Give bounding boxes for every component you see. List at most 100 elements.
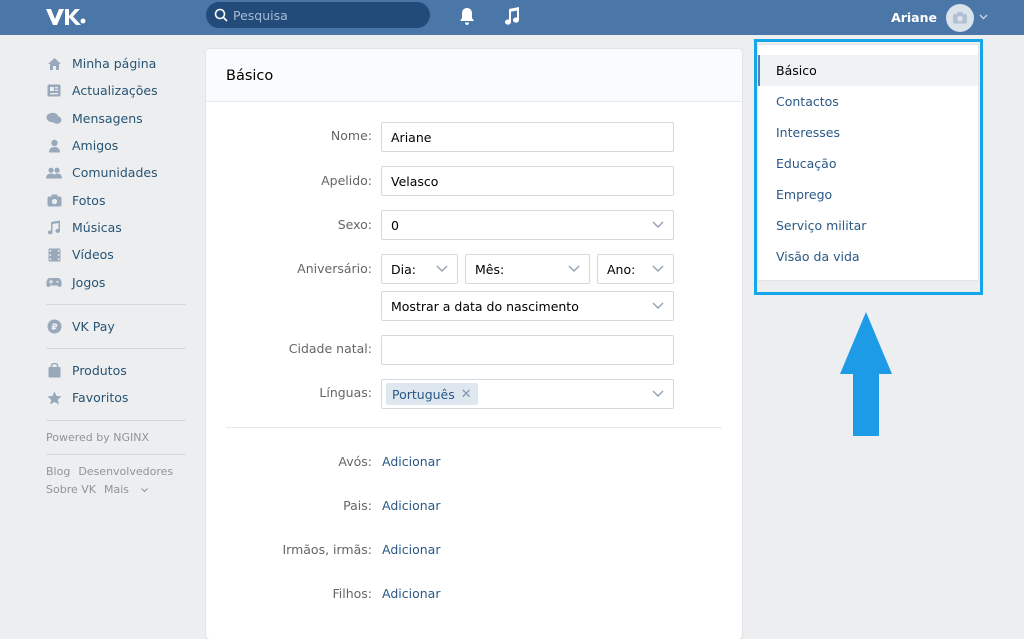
nav-item-vkpay[interactable]: ₽ VK Pay bbox=[46, 313, 186, 340]
sexo-label: Sexo: bbox=[337, 217, 372, 232]
footer-link-about[interactable]: Sobre VK bbox=[46, 483, 96, 496]
chevron-down-icon bbox=[652, 390, 664, 397]
last-name-value: Velasco bbox=[391, 173, 439, 189]
powered-by: Powered by NGINX bbox=[46, 430, 150, 444]
nav-item-friends[interactable]: Amigos bbox=[46, 132, 186, 159]
nav-item-music[interactable]: Músicas bbox=[46, 214, 186, 241]
edit-profile-card: Básico Nome: Ariane Apelido: Velasco Sex… bbox=[206, 49, 742, 639]
month-value: Mês: bbox=[475, 261, 505, 277]
add-parents-link[interactable]: Adicionar bbox=[382, 498, 440, 513]
footer-link-more[interactable]: Mais bbox=[104, 483, 148, 496]
chevron-down-icon bbox=[140, 487, 148, 492]
nav-item-messages[interactable]: Mensagens bbox=[46, 105, 186, 132]
hometown-field[interactable] bbox=[381, 335, 674, 365]
sex-select[interactable]: 0 bbox=[381, 210, 674, 240]
nav-item-favorites[interactable]: Favoritos bbox=[46, 384, 186, 411]
nav-label: Minha página bbox=[72, 56, 157, 72]
add-children-link[interactable]: Adicionar bbox=[382, 586, 440, 601]
nome-label: Nome: bbox=[330, 128, 372, 143]
remove-tag-icon[interactable]: ✕ bbox=[461, 387, 472, 402]
footer-link-blog[interactable]: Blog bbox=[46, 465, 70, 478]
day-value: Dia: bbox=[391, 261, 416, 277]
sex-value: 0 bbox=[391, 217, 399, 233]
languages-select[interactable]: Português ✕ bbox=[381, 379, 674, 409]
music-icon bbox=[46, 219, 62, 235]
nav-item-communities[interactable]: Comunidades bbox=[46, 159, 186, 186]
siblings-label: Irmãos, irmãs: bbox=[282, 542, 372, 557]
nav-divider bbox=[46, 453, 186, 455]
gamepad-icon bbox=[46, 274, 62, 290]
news-icon bbox=[46, 83, 62, 99]
user-menu[interactable]: Ariane bbox=[891, 0, 988, 35]
nav-label: Mensagens bbox=[72, 110, 143, 126]
parents-label: Pais: bbox=[343, 498, 372, 513]
nav-label: VK Pay bbox=[72, 318, 115, 334]
highlight-box bbox=[754, 39, 983, 295]
grandparents-label: Avós: bbox=[338, 454, 372, 469]
nav-item-news[interactable]: Actualizações bbox=[46, 77, 186, 104]
vk-logo[interactable] bbox=[44, 5, 86, 29]
hometown-label: Cidade natal: bbox=[288, 341, 372, 356]
home-icon bbox=[46, 56, 62, 72]
communities-icon bbox=[46, 165, 62, 181]
messages-icon bbox=[46, 110, 62, 126]
chevron-down-icon bbox=[568, 265, 580, 272]
star-icon bbox=[46, 390, 62, 406]
vkpay-icon: ₽ bbox=[46, 318, 62, 334]
month-select[interactable]: Mês: bbox=[465, 254, 590, 284]
first-name-value: Ariane bbox=[391, 129, 432, 145]
chevron-down-icon bbox=[652, 302, 664, 309]
language-tag: Português ✕ bbox=[386, 383, 478, 405]
year-value: Ano: bbox=[607, 261, 636, 277]
language-tag-label: Português bbox=[392, 386, 455, 402]
nav-label: Actualizações bbox=[72, 83, 158, 99]
nav-label: Produtos bbox=[72, 363, 127, 379]
nav-label: Fotos bbox=[72, 192, 106, 208]
nav-label: Vídeos bbox=[72, 247, 114, 263]
birthday-visibility-value: Mostrar a data do nascimento bbox=[391, 298, 579, 314]
nav-divider bbox=[46, 303, 186, 305]
chevron-down-icon bbox=[979, 14, 988, 20]
search-icon bbox=[214, 8, 228, 22]
more-label: Mais bbox=[103, 482, 130, 496]
add-grandparents-link[interactable]: Adicionar bbox=[382, 454, 440, 469]
bell-icon[interactable] bbox=[458, 6, 476, 29]
camera-icon bbox=[46, 192, 62, 208]
nav-item-videos[interactable]: Vídeos bbox=[46, 241, 186, 268]
children-label: Filhos: bbox=[332, 586, 372, 601]
year-select[interactable]: Ano: bbox=[597, 254, 674, 284]
nav-label: Músicas bbox=[72, 219, 122, 235]
music-icon[interactable] bbox=[503, 6, 521, 29]
card-title: Básico bbox=[206, 49, 742, 102]
friends-icon bbox=[46, 138, 62, 154]
camera-icon bbox=[953, 12, 967, 24]
left-nav: Minha página Actualizações Mensagens Ami… bbox=[46, 50, 186, 499]
day-select[interactable]: Dia: bbox=[381, 254, 458, 284]
nav-label: Amigos bbox=[72, 138, 119, 154]
last-name-field[interactable]: Velasco bbox=[381, 166, 674, 196]
section-divider bbox=[226, 427, 722, 428]
apelido-label: Apelido: bbox=[321, 173, 372, 188]
nav-label: Jogos bbox=[72, 274, 106, 290]
arrow-up-icon bbox=[840, 312, 892, 436]
user-name: Ariane bbox=[891, 10, 937, 25]
add-siblings-link[interactable]: Adicionar bbox=[382, 542, 440, 557]
search-input[interactable] bbox=[233, 7, 413, 23]
chevron-down-icon bbox=[436, 265, 448, 272]
nav-item-my-page[interactable]: Minha página bbox=[46, 50, 186, 77]
svg-text:₽: ₽ bbox=[51, 323, 57, 333]
nav-item-photos[interactable]: Fotos bbox=[46, 186, 186, 213]
footer-link-developers[interactable]: Desenvolvedores bbox=[78, 465, 173, 478]
footer-links: Blog Desenvolvedores Sobre VK Mais bbox=[46, 463, 186, 499]
birthday-label: Aniversário: bbox=[297, 261, 372, 276]
chevron-down-icon bbox=[652, 221, 664, 228]
top-bar: Ariane bbox=[0, 0, 1024, 35]
nav-item-games[interactable]: Jogos bbox=[46, 268, 186, 295]
avatar bbox=[946, 3, 974, 32]
nav-label: Favoritos bbox=[72, 390, 129, 406]
search-box[interactable] bbox=[206, 2, 430, 28]
birthday-visibility-select[interactable]: Mostrar a data do nascimento bbox=[381, 291, 674, 321]
languages-label: Línguas: bbox=[319, 385, 372, 400]
nav-item-products[interactable]: Produtos bbox=[46, 357, 186, 384]
first-name-field[interactable]: Ariane bbox=[381, 122, 674, 152]
